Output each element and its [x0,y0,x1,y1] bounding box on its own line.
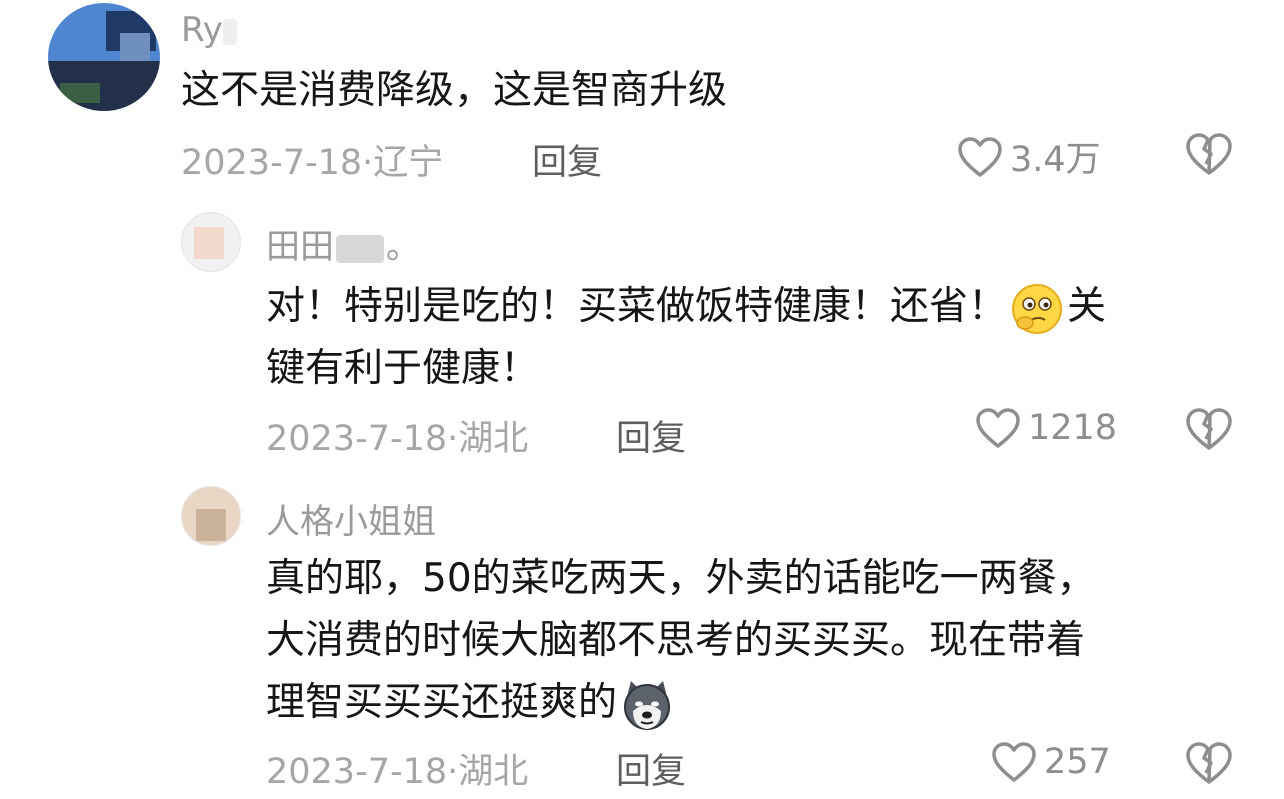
heart-outline-icon [992,742,1036,782]
reply-button[interactable]: 回复 [616,410,686,461]
comment-meta: 2023-7-18·湖北 [266,752,529,792]
comment-location: 辽宁 [373,143,444,183]
thinking-face-emoji [1012,283,1063,334]
like-count: 1218 [1028,408,1118,448]
avatar[interactable] [181,486,241,546]
heart-outline-icon [958,136,1002,177]
comment-text: 对！特别是吃的！买菜做饭特健康！还省！关键有利于健康！ [266,276,1256,400]
comment-location: 湖北 [458,419,529,459]
heart-outline-icon [976,408,1020,448]
avatar[interactable] [181,212,241,272]
like-button[interactable]: 3.4万 [956,131,1101,182]
husky-dog-emoji [624,680,671,730]
comment-meta: 2023-7-18·辽宁 [181,143,444,183]
comment-date: 2023-7-18 [266,419,448,459]
comment-location: 湖北 [458,752,529,792]
comment-text: 真的耶，50的菜吃两天，外卖的话能吃一两餐， 大消费的时候大脑都不思考的买买买。… [266,548,1266,734]
username[interactable]: 田田。 [266,219,420,268]
comment-meta: 2023-7-18·湖北 [266,419,529,459]
dislike-button[interactable] [1184,740,1234,790]
comment-text: 这不是消费降级，这是智商升级 [181,68,728,113]
like-count: 257 [1044,742,1111,782]
like-button[interactable]: 1218 [974,406,1117,450]
avatar[interactable] [48,3,160,111]
broken-heart-icon [1186,408,1232,450]
comment-date: 2023-7-18 [181,143,363,183]
dislike-button[interactable] [1184,406,1234,456]
username[interactable]: 人格小姐姐 [266,494,436,543]
reply-button[interactable]: 回复 [532,134,602,185]
dislike-button[interactable] [1184,131,1234,181]
like-count: 3.4万 [1010,140,1101,180]
broken-heart-icon [1186,742,1232,784]
reply-button[interactable]: 回复 [616,743,686,794]
comment-date: 2023-7-18 [266,752,448,792]
broken-heart-icon [1186,133,1232,175]
like-button[interactable]: 257 [990,740,1111,784]
username[interactable]: Ry [181,10,237,50]
